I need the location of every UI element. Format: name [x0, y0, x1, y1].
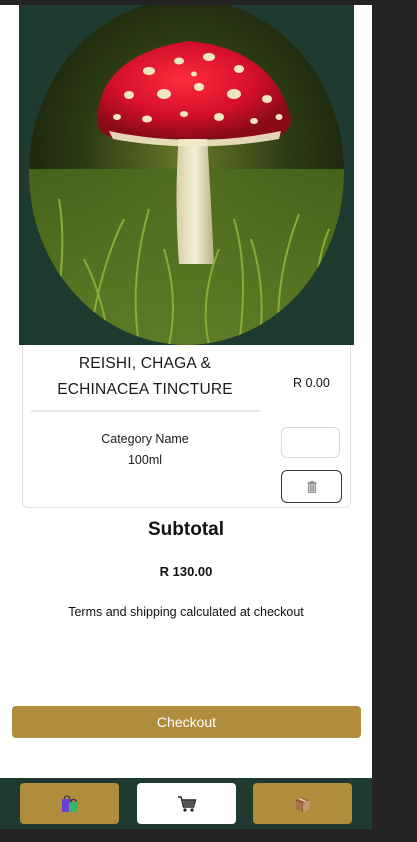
package-icon	[295, 796, 310, 812]
product-price: R 0.00	[293, 376, 330, 390]
product-meta: Category Name 100ml	[31, 429, 259, 471]
product-category: Category Name	[101, 432, 189, 446]
quantity-input[interactable]	[281, 427, 340, 458]
cart-panel: REISHI, CHAGA & ECHINACEA TINCTURE R 0.0…	[0, 5, 372, 778]
checkout-button[interactable]: Checkout	[12, 706, 361, 738]
subtotal-amount: R 130.00	[159, 564, 213, 579]
nav-shop-button[interactable]	[20, 783, 119, 824]
cart-icon	[177, 795, 196, 812]
nav-orders-button[interactable]	[253, 783, 352, 824]
product-name: REISHI, CHAGA & ECHINACEA TINCTURE	[57, 355, 233, 398]
product-image-frame	[19, 5, 354, 345]
terms-note: Terms and shipping calculated at checkou…	[68, 605, 304, 619]
shopping-bags-icon	[61, 794, 78, 812]
cart-item-card: REISHI, CHAGA & ECHINACEA TINCTURE R 0.0…	[22, 345, 351, 508]
trash-icon	[307, 480, 316, 493]
remove-item-button[interactable]	[281, 470, 342, 503]
bottom-nav	[0, 778, 372, 829]
subtotal-title: Subtotal	[148, 519, 224, 540]
product-size: 100ml	[127, 453, 163, 467]
nav-cart-button[interactable]	[137, 783, 236, 824]
divider	[31, 410, 260, 412]
product-image	[29, 5, 344, 345]
